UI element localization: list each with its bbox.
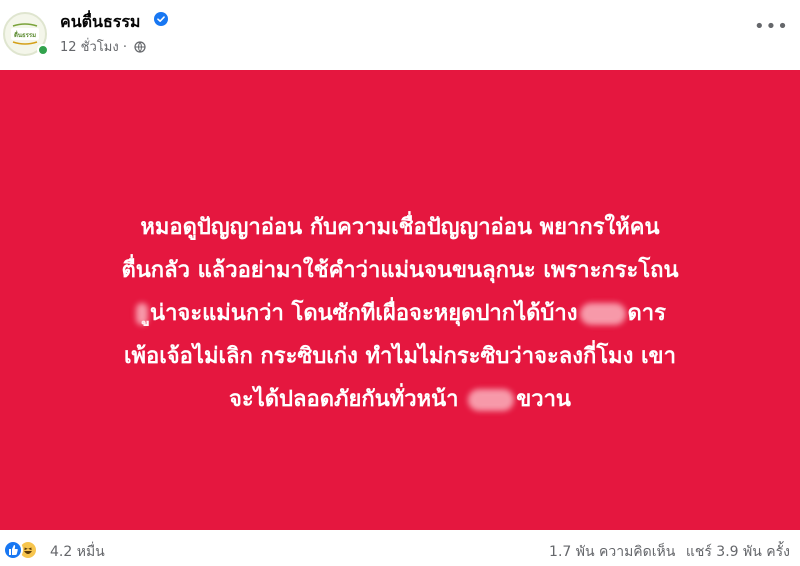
share-count-link[interactable]: แชร์ 3.9 พัน ครั้ง [686,544,790,560]
more-options-button[interactable]: ••• [754,18,788,42]
post-text-segment: ูน่าจะแม่นกว่า โดนซักทีเผื่อจะหยุดปากได้… [150,301,578,326]
like-icon [3,540,23,560]
post-meta: 12 ชั่วโมง · [60,36,146,57]
verified-badge-icon [154,12,168,26]
svg-text:ตื่นธรรม: ตื่นธรรม [14,30,36,39]
post-header: ตื่นธรรม คนตื่นธรรม 12 ชั่วโมง · ••• [0,0,800,68]
post-text-line: เพ้อเจ้อไม่เลิก กระซิบเก่ง ทำไมไม่กระซิบ… [124,344,676,369]
censored-text [579,303,626,325]
post-timestamp[interactable]: 12 ชั่วโมง [60,40,119,55]
post-text-segment: ขวาน [516,387,571,412]
censored-text [136,303,149,325]
post-text-line: ตื่นกลัว แล้วอย่ามาใช้คำว่าแม่นจนขนลุกนะ… [121,258,679,283]
post-content-card[interactable]: หมอดูปัญญาอ่อน กับความเชื่อปัญญาอ่อน พยา… [0,70,800,530]
comment-count-link[interactable]: 1.7 พัน ความคิดเห็น [549,544,675,560]
post-footer: 4.2 หมื่น 1.7 พัน ความคิดเห็น แชร์ 3.9 พ… [0,534,800,566]
post-stats: 1.7 พัน ความคิดเห็น แชร์ 3.9 พัน ครั้ง [543,541,790,563]
post-text-segment: จะได้ปลอดภัยกันทั่วหน้า [229,387,459,412]
meta-separator: · [122,40,127,55]
post-text-line: ูน่าจะแม่นกว่า โดนซักทีเผื่อจะหยุดปากได้… [30,292,770,335]
page-name-link[interactable]: คนตื่นธรรม [60,10,140,35]
globe-icon[interactable] [134,41,146,53]
reaction-count[interactable]: 4.2 หมื่น [50,541,105,563]
post-text-segment: ดาร [627,301,666,326]
online-status-dot [37,44,49,56]
censored-text [468,389,515,411]
post-text-line: หมอดูปัญญาอ่อน กับความเชื่อปัญญาอ่อน พยา… [140,215,660,240]
post-text-line: จะได้ปลอดภัยกันทั่วหน้า ขวาน [30,378,770,421]
post-text: หมอดูปัญญาอ่อน กับความเชื่อปัญญาอ่อน พยา… [30,206,770,421]
